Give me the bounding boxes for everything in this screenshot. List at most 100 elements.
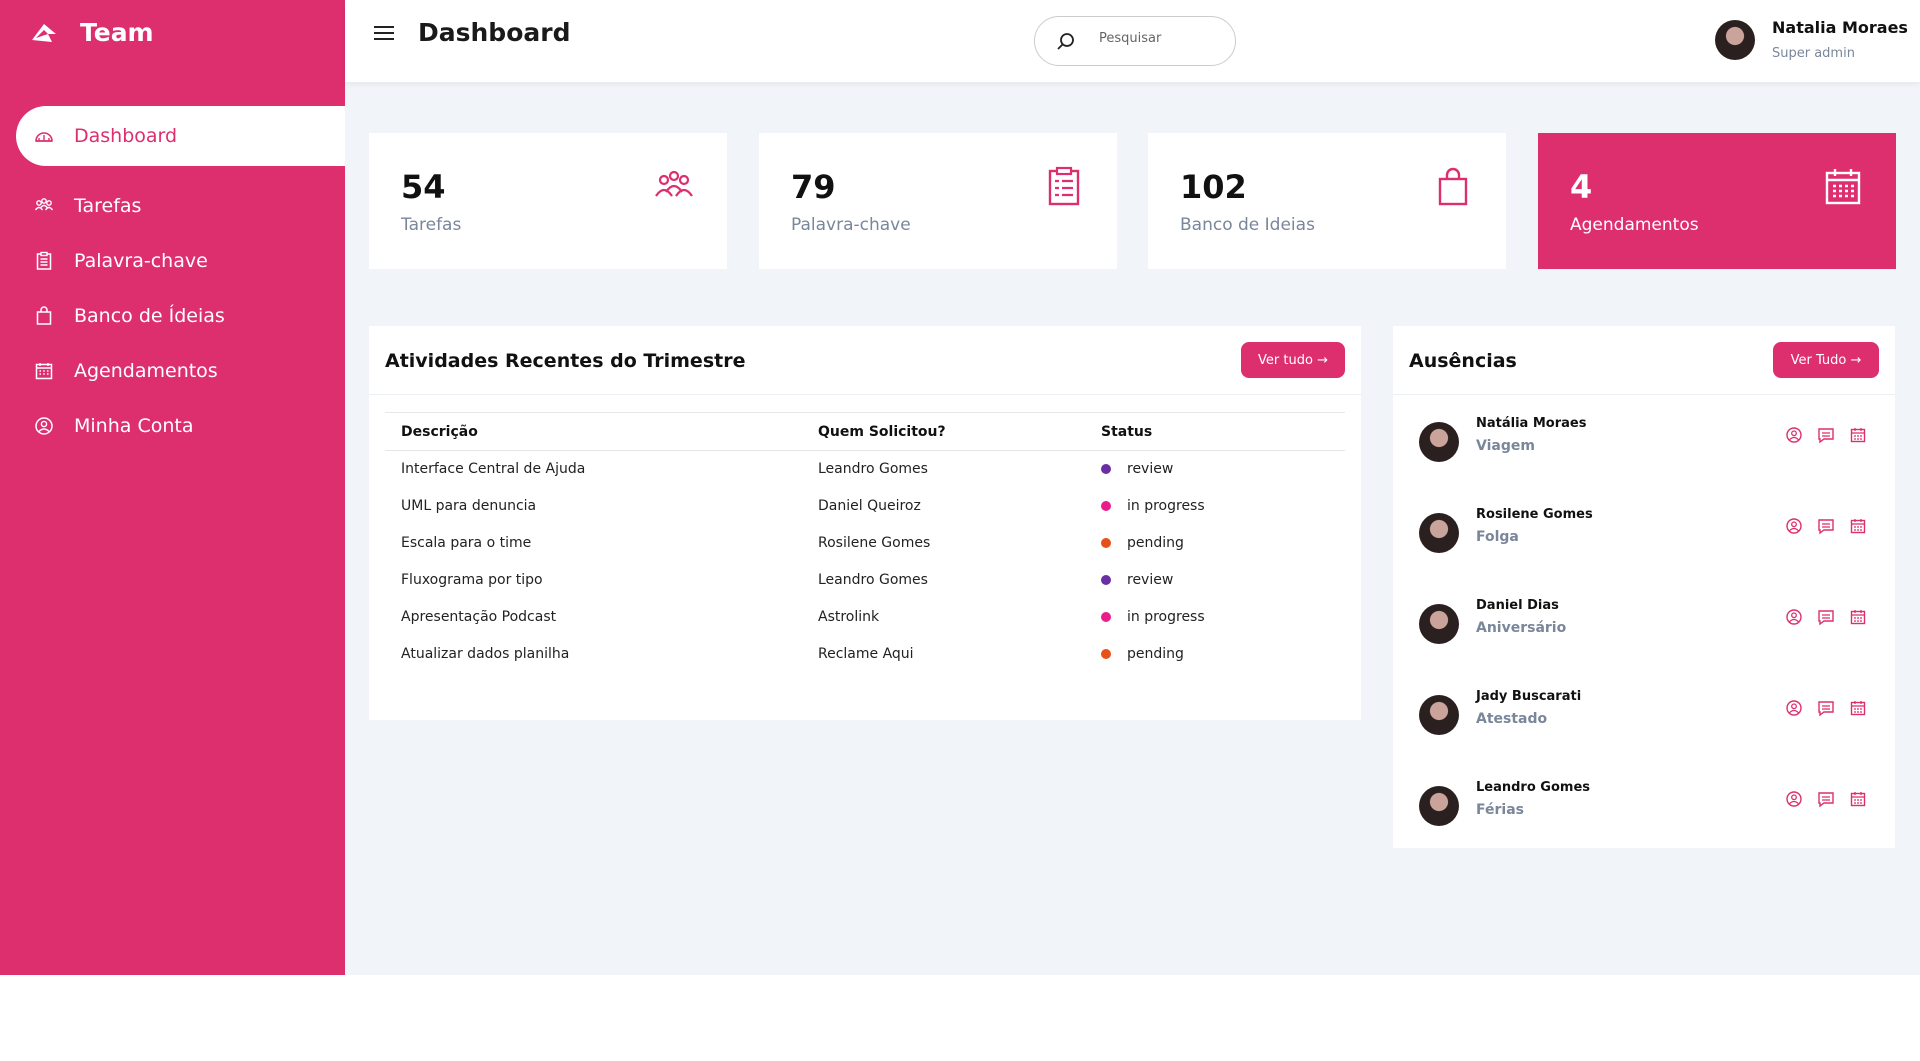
profile-icon[interactable] <box>1785 517 1803 535</box>
requester-cell: Rosilene Gomes <box>818 535 931 551</box>
status-cell: pending <box>1085 525 1345 562</box>
calendar-icon[interactable] <box>1849 517 1867 535</box>
calendar-icon[interactable] <box>1849 699 1867 717</box>
absence-name: Rosilene Gomes <box>1476 507 1593 522</box>
table-row[interactable]: Atualizar dados planilha Reclame Aqui pend… <box>385 636 1345 673</box>
status-text: in progress <box>1127 609 1205 625</box>
stat-label: Banco de Ideias <box>1180 215 1315 235</box>
avatar <box>1419 786 1459 826</box>
bag-icon <box>36 305 52 325</box>
account-icon <box>35 416 53 435</box>
sidebar-item-agendamentos[interactable]: Agendamentos <box>0 343 345 398</box>
description-cell: Atualizar dados planilha <box>401 646 570 662</box>
calendar-icon[interactable] <box>1849 426 1867 444</box>
sidebar-item-tarefas[interactable]: Tarefas <box>0 178 345 233</box>
absences-card: Ausências Ver Tudo → Natália Moraes Viage… <box>1393 326 1895 848</box>
brand[interactable]: Team <box>30 18 154 47</box>
avatar <box>1419 695 1459 735</box>
description-cell: Escala para o time <box>401 535 532 551</box>
message-icon[interactable] <box>1817 790 1835 808</box>
user-role: Super admin <box>1772 46 1855 61</box>
profile-icon[interactable] <box>1785 790 1803 808</box>
status-text: review <box>1127 572 1174 588</box>
message-icon[interactable] <box>1817 608 1835 626</box>
stat-card-tarefas[interactable]: 54 Tarefas <box>369 133 727 269</box>
absence-actions <box>1785 699 1867 717</box>
status-dot <box>1101 538 1111 548</box>
absence-name: Daniel Dias <box>1476 598 1559 613</box>
table-row[interactable]: Apresentação Podcast Astrolink in progress <box>385 599 1345 636</box>
absence-item[interactable]: Natália Moraes Viagem <box>1393 416 1895 476</box>
message-icon[interactable] <box>1817 699 1835 717</box>
table-row[interactable]: Interface Central de Ajuda Leandro Gomes r… <box>385 451 1345 488</box>
sidebar-item-banco-de-ideias[interactable]: Banco de Ídeias <box>0 288 345 343</box>
status-dot <box>1101 501 1111 511</box>
sidebar-item-minha-conta[interactable]: Minha Conta <box>0 398 345 453</box>
profile-icon[interactable] <box>1785 426 1803 444</box>
table-header-row: Descrição Quem Solicitou? Status <box>385 412 1345 451</box>
page-title: Dashboard <box>418 18 571 47</box>
sidebar-item-palavra-chave[interactable]: Palavra-chave <box>0 233 345 288</box>
status-dot <box>1101 649 1111 659</box>
profile-icon[interactable] <box>1785 699 1803 717</box>
sidebar-item-label: Tarefas <box>74 194 142 217</box>
absence-actions <box>1785 426 1867 444</box>
search-input[interactable] <box>1099 31 1219 46</box>
stat-value: 102 <box>1180 168 1247 206</box>
table-row[interactable]: Escala para o time Rosilene Gomes pending <box>385 525 1345 562</box>
profile-icon[interactable] <box>1785 608 1803 626</box>
calendar-icon[interactable] <box>1849 790 1867 808</box>
column-header: Quem Solicitou? <box>818 423 946 440</box>
stat-card-banco-de-ideias[interactable]: 102 Banco de Ideias <box>1148 133 1506 269</box>
stat-value: 4 <box>1570 168 1593 206</box>
sidebar: Team Dashboard Tarefas Palavra-chave Ban… <box>0 0 345 975</box>
search-icon <box>1057 33 1074 50</box>
status-cell: pending <box>1085 636 1345 673</box>
requester-cell: Leandro Gomes <box>818 572 928 588</box>
absence-type: Férias <box>1476 802 1524 818</box>
description-cell: Interface Central de Ajuda <box>401 461 586 478</box>
stat-label: Tarefas <box>401 215 462 235</box>
table-row[interactable]: Fluxograma por tipo Leandro Gomes review <box>385 562 1345 599</box>
activities-table: Descrição Quem Solicitou? Status Interfa… <box>385 412 1345 673</box>
sidebar-item-label: Banco de Ídeias <box>74 304 225 327</box>
absence-item[interactable]: Daniel Dias Aniversário <box>1393 598 1895 658</box>
table-row[interactable]: UML para denuncia Daniel Queiroz in progre… <box>385 488 1345 525</box>
divider <box>369 394 1361 395</box>
absence-name: Jady Buscarati <box>1476 689 1582 704</box>
absence-name: Leandro Gomes <box>1476 780 1591 795</box>
requester-cell: Leandro Gomes <box>818 461 928 478</box>
search-box[interactable] <box>1034 16 1236 66</box>
see-all-activities-button[interactable]: Ver tudo → <box>1241 342 1345 378</box>
message-icon[interactable] <box>1817 517 1835 535</box>
absence-name: Natália Moraes <box>1476 416 1587 431</box>
stat-label: Agendamentos <box>1570 215 1699 235</box>
avatar <box>1715 20 1755 60</box>
user-profile[interactable]: Natalia Moraes Super admin <box>1715 16 1915 66</box>
status-cell: review <box>1085 451 1345 488</box>
message-icon[interactable] <box>1817 426 1835 444</box>
see-all-absences-button[interactable]: Ver Tudo → <box>1773 342 1879 378</box>
absence-item[interactable]: Rosilene Gomes Folga <box>1393 507 1895 567</box>
logo-icon <box>32 23 56 42</box>
calendar-icon[interactable] <box>1849 608 1867 626</box>
status-text: pending <box>1127 646 1184 662</box>
divider <box>1393 394 1895 395</box>
stat-card-agendamentos[interactable]: 4 Agendamentos <box>1538 133 1896 269</box>
dashboard-icon <box>35 132 53 142</box>
requester-cell: Daniel Queiroz <box>818 498 921 514</box>
absence-item[interactable]: Leandro Gomes Férias <box>1393 780 1895 840</box>
people-icon <box>655 170 693 197</box>
description-cell: Fluxograma por tipo <box>401 572 543 588</box>
app: Team Dashboard Tarefas Palavra-chave Ban… <box>0 0 1920 975</box>
top-bar: Dashboard Natalia Moraes Super admin <box>345 0 1920 82</box>
sidebar-item-dashboard[interactable]: Dashboard <box>16 106 345 166</box>
stat-value: 54 <box>401 168 446 206</box>
stat-card-palavra-chave[interactable]: 79 Palavra-chave <box>759 133 1117 269</box>
sidebar-item-label: Minha Conta <box>74 414 194 437</box>
stat-label: Palavra-chave <box>791 215 911 235</box>
card-title: Atividades Recentes do Trimestre <box>385 350 746 372</box>
status-cell: review <box>1085 562 1345 599</box>
menu-icon[interactable] <box>371 20 397 46</box>
absence-item[interactable]: Jady Buscarati Atestado <box>1393 689 1895 749</box>
